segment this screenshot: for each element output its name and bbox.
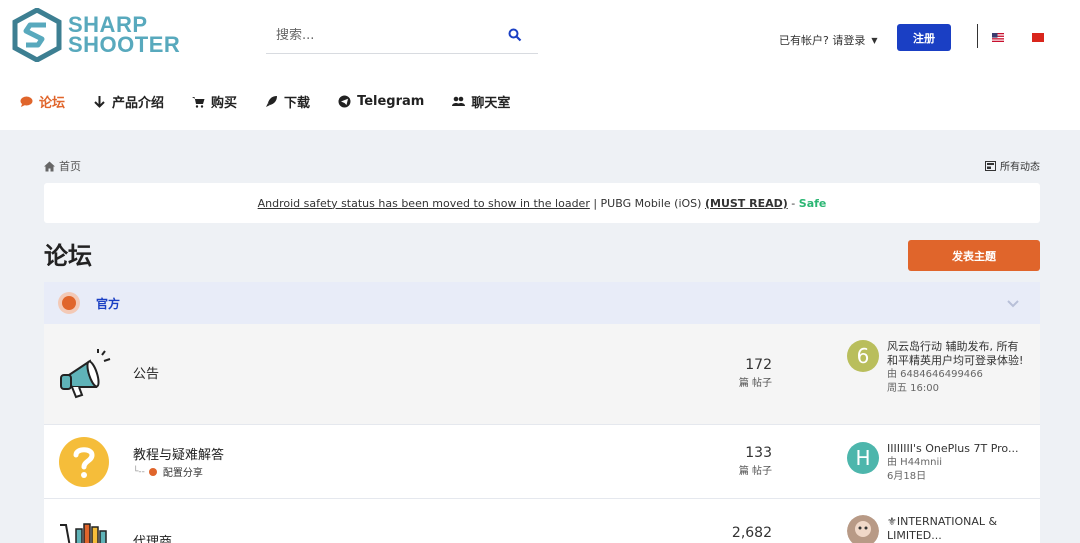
last-post-time: 6月18日 bbox=[887, 471, 927, 482]
forum-row[interactable]: 公告 172 篇 帖子 6 风云岛行动 辅助发布, 所有和平精英用户均可登录体验… bbox=[44, 324, 1040, 425]
nav-label: 论坛 bbox=[39, 96, 66, 111]
post-count-number: 133 bbox=[745, 445, 772, 461]
new-topic-button[interactable]: 发表主题 bbox=[908, 240, 1040, 271]
logo-mark-icon bbox=[12, 8, 62, 62]
avatar-photo[interactable] bbox=[847, 515, 879, 543]
subforum-label: 配置分享 bbox=[162, 468, 203, 479]
search-input[interactable] bbox=[276, 28, 496, 43]
last-post-title[interactable]: 风云岛行动 辅助发布, 所有和平精英用户均可登录体验! bbox=[887, 340, 1027, 368]
login-label: 已有帐户? 请登录 bbox=[779, 34, 866, 47]
subforum-dot-icon bbox=[148, 467, 157, 476]
post-count: 172 篇 帖子 bbox=[739, 357, 772, 389]
post-count-label: 篇 帖子 bbox=[738, 378, 772, 389]
nav-label: Telegram bbox=[357, 94, 425, 109]
chevron-down-icon[interactable] bbox=[1006, 296, 1020, 310]
post-count: 133 篇 帖子 bbox=[739, 445, 772, 477]
subforum-link[interactable]: └-- 配置分享 bbox=[133, 464, 203, 480]
category-dot-icon bbox=[58, 292, 80, 314]
nav-label: 产品介绍 bbox=[112, 96, 165, 111]
avatar[interactable]: H bbox=[847, 442, 879, 474]
last-post-title[interactable]: ⚜INTERNATIONAL & LIMITED... bbox=[887, 515, 1027, 543]
forum-row[interactable]: 教程与疑难解答 └-- 配置分享 133 篇 帖子 H IIIIIIII's O… bbox=[44, 425, 1040, 499]
chat-bubble-icon bbox=[20, 96, 33, 107]
forum-title[interactable]: 代理商 bbox=[133, 531, 172, 543]
nav-buy[interactable]: 购买 bbox=[192, 92, 237, 111]
avatar[interactable]: 6 bbox=[847, 340, 879, 372]
header-divider bbox=[977, 24, 978, 48]
forum-title[interactable]: 教程与疑难解答 bbox=[133, 444, 224, 463]
post-count: 2,682 bbox=[732, 525, 772, 541]
activity-label: 所有动态 bbox=[1000, 162, 1040, 173]
announcement-separator: | PUBG Mobile (iOS) bbox=[589, 196, 705, 210]
forum-title[interactable]: 公告 bbox=[133, 363, 159, 382]
announcement-link[interactable]: Android safety status has been moved to … bbox=[258, 197, 590, 210]
announcement-bar: Android safety status has been moved to … bbox=[44, 183, 1040, 223]
last-post: 6 风云岛行动 辅助发布, 所有和平精英用户均可登录体验! 由 64846464… bbox=[847, 340, 1027, 396]
logo-line-2: SHOOTER bbox=[68, 32, 181, 57]
megaphone-icon bbox=[60, 349, 111, 399]
last-post-author[interactable]: 由 H44mnii bbox=[887, 456, 1027, 470]
nav-telegram[interactable]: Telegram bbox=[338, 94, 424, 109]
nav-forum[interactable]: 论坛 bbox=[20, 92, 65, 111]
site-header: SHARP SHOOTER 已有帐户? 请登录 ▼ 注册 论坛 产品介绍 bbox=[0, 0, 1080, 130]
category-title[interactable]: 官方 bbox=[96, 295, 120, 312]
telegram-icon bbox=[338, 95, 351, 108]
question-icon bbox=[59, 437, 109, 487]
activity-icon bbox=[985, 160, 996, 171]
forum-row[interactable]: 代理商 2,682 ⚜INTERNATIONAL & LIMITED... bbox=[44, 499, 1040, 543]
breadcrumb-home: 首页 bbox=[59, 160, 81, 173]
post-count-number: 172 bbox=[745, 357, 772, 373]
nav-label: 下载 bbox=[284, 96, 311, 111]
last-post-author[interactable]: 由 6484646499466 bbox=[887, 368, 1027, 382]
category-header[interactable]: 官方 bbox=[44, 282, 1040, 324]
arrow-down-icon bbox=[94, 96, 105, 108]
main-nav: 论坛 产品介绍 购买 下载 Telegram 聊天室 bbox=[20, 92, 538, 111]
last-post: ⚜INTERNATIONAL & LIMITED... bbox=[847, 515, 1027, 543]
post-count-label: 篇 帖子 bbox=[738, 466, 772, 477]
caret-down-icon: ▼ bbox=[871, 35, 878, 45]
last-post-info: IIIIIIII's OnePlus 7T Pro... 由 H44mnii 6… bbox=[887, 442, 1027, 484]
nav-chatroom[interactable]: 聊天室 bbox=[452, 92, 510, 111]
home-icon bbox=[44, 161, 55, 171]
cart-items-icon bbox=[60, 523, 107, 543]
logo-text: SHARP SHOOTER bbox=[68, 14, 181, 57]
us-flag-icon[interactable] bbox=[992, 33, 1004, 42]
nav-label: 聊天室 bbox=[471, 96, 511, 111]
rocket-icon bbox=[266, 96, 278, 107]
register-button[interactable]: 注册 bbox=[897, 24, 951, 51]
last-post: H IIIIIIII's OnePlus 7T Pro... 由 H44mnii… bbox=[847, 442, 1027, 484]
nav-products[interactable]: 产品介绍 bbox=[93, 92, 164, 111]
post-count-number: 2,682 bbox=[731, 525, 772, 541]
all-activity-link[interactable]: 所有动态 bbox=[985, 158, 1040, 173]
last-post-title[interactable]: IIIIIIII's OnePlus 7T Pro... bbox=[887, 442, 1027, 456]
last-post-time: 周五 16:00 bbox=[887, 383, 939, 394]
search-box bbox=[266, 18, 538, 54]
nav-download[interactable]: 下载 bbox=[265, 92, 310, 111]
page-title: 论坛 bbox=[44, 242, 92, 270]
cn-flag-icon[interactable] bbox=[1032, 33, 1044, 42]
search-icon[interactable] bbox=[508, 28, 522, 42]
users-icon bbox=[452, 96, 466, 106]
login-dropdown[interactable]: 已有帐户? 请登录 ▼ bbox=[779, 32, 878, 48]
safe-status: Safe bbox=[798, 196, 827, 210]
must-read-link[interactable]: (MUST READ) bbox=[705, 197, 788, 210]
last-post-info: ⚜INTERNATIONAL & LIMITED... bbox=[887, 515, 1027, 543]
announcement-dash: - bbox=[787, 196, 799, 210]
last-post-info: 风云岛行动 辅助发布, 所有和平精英用户均可登录体验! 由 6484646499… bbox=[887, 340, 1027, 396]
breadcrumb[interactable]: 首页 bbox=[44, 158, 81, 174]
tree-branch-icon: └-- bbox=[133, 466, 145, 477]
cart-icon bbox=[192, 97, 205, 108]
nav-label: 购买 bbox=[211, 96, 238, 111]
site-logo[interactable]: SHARP SHOOTER bbox=[12, 8, 180, 62]
